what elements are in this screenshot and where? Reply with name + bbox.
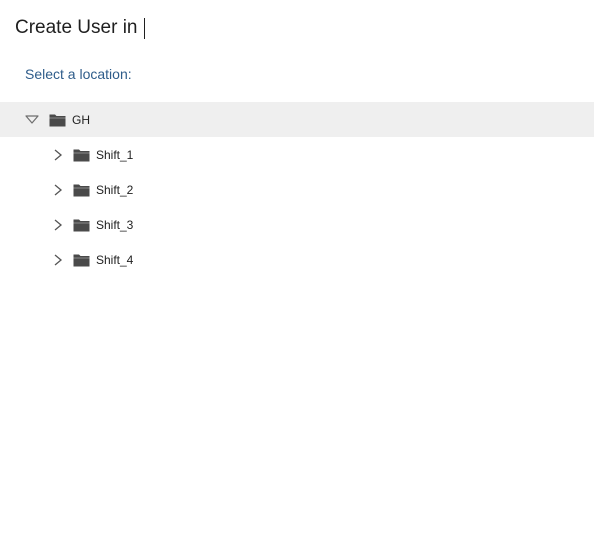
tree-node-label: Shift_4: [96, 253, 134, 267]
folder-icon: [73, 148, 90, 162]
page-title: Create User in: [15, 15, 145, 41]
tree-node-shift-4[interactable]: Shift_4: [0, 242, 594, 277]
location-prompt: Select a location:: [25, 66, 132, 82]
folder-icon: [73, 218, 90, 232]
page-title-text: Create User in: [15, 17, 138, 38]
folder-icon: [49, 113, 66, 127]
tree-node-label: Shift_1: [96, 148, 134, 162]
chevron-right-icon[interactable]: [50, 182, 66, 198]
tree-node-gh[interactable]: GH: [0, 102, 594, 137]
tree-node-label: GH: [72, 113, 90, 127]
chevron-right-icon[interactable]: [50, 217, 66, 233]
folder-icon: [73, 253, 90, 267]
chevron-right-icon[interactable]: [50, 147, 66, 163]
tree-node-shift-1[interactable]: Shift_1: [0, 137, 594, 172]
chevron-right-icon[interactable]: [50, 252, 66, 268]
tree-node-shift-2[interactable]: Shift_2: [0, 172, 594, 207]
tree-node-label: Shift_2: [96, 183, 134, 197]
triangle-down-icon[interactable]: [24, 112, 40, 128]
location-tree: GH Shift_1 Shift_2 Shift_3 Shift_4: [0, 102, 594, 277]
create-user-dialog: Create User in Select a location: GH Shi…: [0, 0, 594, 539]
folder-icon: [73, 183, 90, 197]
text-cursor: [143, 17, 145, 39]
tree-node-label: Shift_3: [96, 218, 134, 232]
tree-node-shift-3[interactable]: Shift_3: [0, 207, 594, 242]
